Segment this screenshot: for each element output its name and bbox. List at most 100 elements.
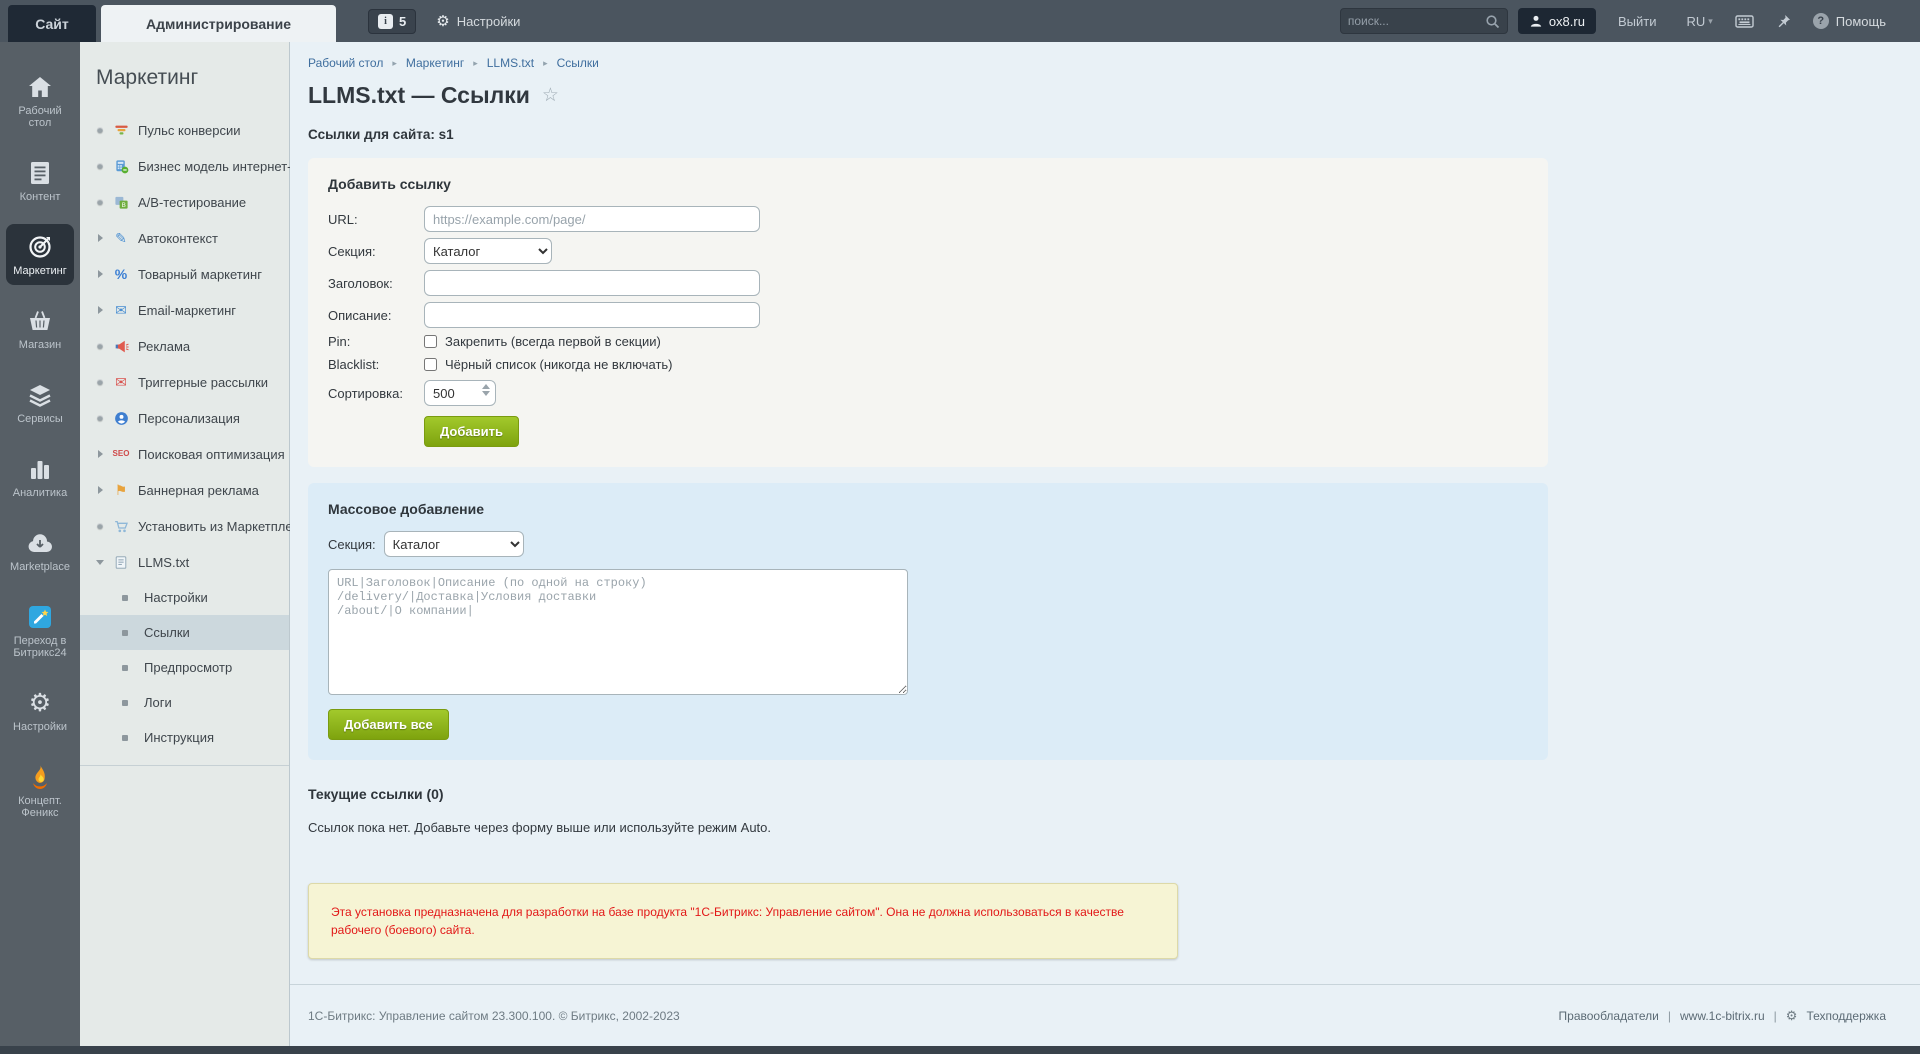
sidebar-item-trigger-mailings[interactable]: ✉ Триггерные рассылки [80,364,289,400]
rail-item-label: Контент [8,191,72,203]
title-input[interactable] [424,270,760,296]
favorite-star-icon[interactable]: ☆ [542,84,559,107]
bulk-links-textarea[interactable] [328,569,908,695]
support-gear-icon: ⚙ [1786,1008,1798,1024]
expand-arrow-icon [98,306,103,314]
sidebar-item-business-model[interactable]: Бизнес модель интернет-магазина [80,148,289,184]
email-icon: ✉ [112,302,130,318]
pin-checkbox-label: Закрепить (всегда первой в секции) [445,334,661,349]
sidebar-title: Маркетинг [80,66,289,90]
footer-link-site[interactable]: www.1c-bitrix.ru [1680,1009,1765,1023]
rail-item-label: Рабочий стол [8,105,72,129]
add-link-panel: Добавить ссылку URL: Секция: Каталог Заг… [308,158,1548,467]
sidebar-item-llms-preview[interactable]: Предпросмотр [80,650,289,685]
description-input[interactable] [424,302,760,328]
tab-administration[interactable]: Администрирование [101,5,336,42]
top-bar: Сайт Администрирование i 5 ⚙ Настройки o… [0,0,1920,42]
sidebar-item-llms-settings[interactable]: Настройки [80,580,289,615]
sidebar-item-personalization[interactable]: Персонализация [80,400,289,436]
add-all-button[interactable]: Добавить все [328,709,449,740]
sidebar-item-ab-testing[interactable]: B A/B-тестирование [80,184,289,220]
expand-arrow-icon [98,486,103,494]
sidebar-item-email-marketing[interactable]: ✉ Email-маркетинг [80,292,289,328]
hotkeys-keyboard-icon[interactable] [1735,14,1754,29]
dev-install-warning: Эта установка предназначена для разработ… [308,883,1178,959]
personalization-icon [112,410,130,426]
user-menu[interactable]: ox8.ru [1518,8,1596,34]
content-doc-icon [8,159,72,187]
page-subtitle: Ссылки для сайта: s1 [308,127,1920,142]
sidebar-item-llms-logs[interactable]: Логи [80,685,289,720]
bullet-icon [97,379,103,385]
blacklist-checkbox[interactable] [424,358,437,371]
search-icon[interactable] [1485,14,1500,29]
sidebar-item-llms[interactable]: LLMS.txt [80,544,289,580]
number-stepper[interactable] [482,384,490,396]
rail-item-analytics[interactable]: Аналитика [6,446,74,507]
search-input[interactable] [1348,14,1485,28]
rail-item-services[interactable]: Сервисы [6,372,74,433]
footer-link-rights[interactable]: Правообладатели [1559,1009,1659,1023]
sidebar-item-banner-ads[interactable]: ⚑ Баннерная реклама [80,472,289,508]
bulk-add-heading: Массовое добавление [328,501,1528,517]
rail-item-bitrix24[interactable]: Переход в Битрикс24 [6,594,74,667]
sidebar-item-autocontext[interactable]: ✎ Автоконтекст [80,220,289,256]
rail-item-label: Концепт. Феникс [8,795,72,819]
bullet-icon [97,163,103,169]
trigger-mail-icon: ✉ [112,374,130,390]
rail-item-desktop[interactable]: Рабочий стол [6,64,74,137]
info-icon: i [378,14,393,29]
stepper-up-icon[interactable] [482,384,490,389]
sidebar-item-llms-instruction[interactable]: Инструкция [80,720,289,755]
sidebar-item-seo[interactable]: SEO Поисковая оптимизация [80,436,289,472]
language-selector[interactable]: RU ▾ [1686,14,1712,29]
footer-link-support[interactable]: Техподдержка [1806,1009,1886,1023]
rail-item-marketing[interactable]: Маркетинг [6,224,74,285]
expand-arrow-icon [98,450,103,458]
stepper-down-icon[interactable] [482,391,490,396]
url-label: URL: [328,212,424,227]
sidebar-item-ads[interactable]: Реклама [80,328,289,364]
home-icon [8,73,72,101]
breadcrumb-link-links[interactable]: Ссылки [557,56,599,70]
tab-site[interactable]: Сайт [8,5,96,42]
user-icon [1529,14,1543,28]
sidebar-item-llms-links[interactable]: Ссылки [80,615,289,650]
percent-icon: % [112,266,130,282]
breadcrumb-link-desktop[interactable]: Рабочий стол [308,56,383,70]
rail-item-marketplace[interactable]: Marketplace [6,520,74,581]
section-select[interactable]: Каталог [424,238,552,264]
breadcrumb-link-marketing[interactable]: Маркетинг [406,56,464,70]
url-input[interactable] [424,206,760,232]
section-label: Секция: [328,244,424,259]
sidebar-item-install-marketplace[interactable]: Установить из Маркетплейс [80,508,289,544]
bulk-add-panel: Массовое добавление Секция: Каталог Доба… [308,483,1548,760]
footer-copyright: 1С-Битрикс: Управление сайтом 23.300.100… [308,1009,680,1023]
add-button[interactable]: Добавить [424,416,519,447]
help-button[interactable]: ? Помощь [1813,13,1886,29]
rail-item-content[interactable]: Контент [6,150,74,211]
warning-text: Эта установка предназначена для разработ… [331,905,1124,937]
sidebar-item-product-marketing[interactable]: % Товарный маркетинг [80,256,289,292]
bullet-icon [122,595,128,601]
pin-icon[interactable] [1776,14,1791,29]
breadcrumb-separator-icon: ▸ [473,58,478,69]
bullet-icon [122,665,128,671]
topbar-settings-button[interactable]: ⚙ Настройки [436,14,520,29]
breadcrumb-link-llms[interactable]: LLMS.txt [487,56,534,70]
module-rail: Рабочий стол Контент Маркетинг Магазин С… [0,42,80,1046]
bullet-icon [97,127,103,133]
rail-item-settings[interactable]: ⚙ Настройки [6,680,74,741]
rail-item-label: Переход в Битрикс24 [8,635,72,659]
bulk-section-label: Секция: [328,537,376,552]
rail-item-shop[interactable]: Магазин [6,298,74,359]
bulk-section-select[interactable]: Каталог [384,531,524,557]
footer: 1С-Битрикс: Управление сайтом 23.300.100… [290,984,1920,1046]
notifications-badge[interactable]: i 5 [368,9,416,34]
rail-item-phoenix[interactable]: Концепт. Феникс [6,754,74,827]
breadcrumb: Рабочий стол ▸ Маркетинг ▸ LLMS.txt ▸ Сс… [308,56,1920,70]
rail-item-label: Сервисы [8,413,72,425]
logout-link[interactable]: Выйти [1618,14,1657,29]
sidebar-item-conversion-pulse[interactable]: Пульс конверсии [80,112,289,148]
pin-checkbox[interactable] [424,335,437,348]
